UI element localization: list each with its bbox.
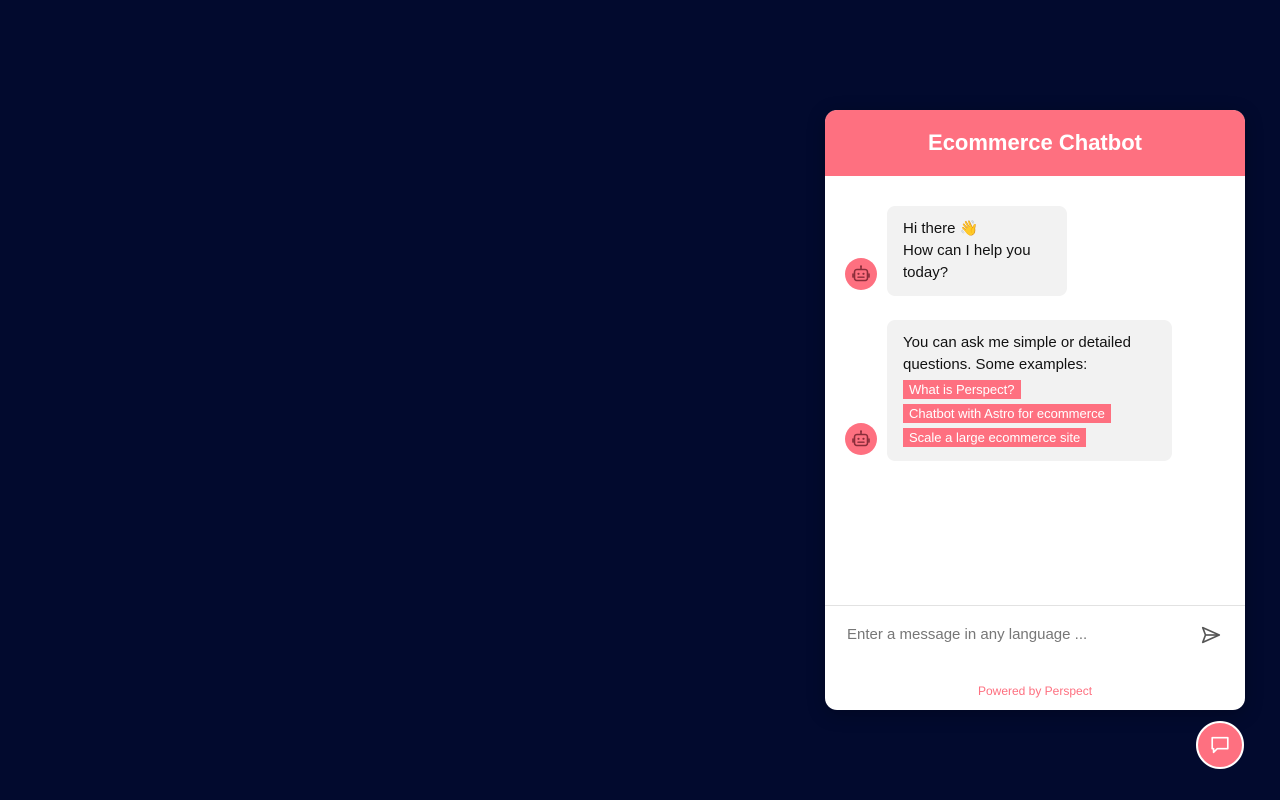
message-list: Hi there 👋 How can I help you today? You… bbox=[825, 176, 1245, 605]
message-row: Hi there 👋 How can I help you today? bbox=[845, 206, 1225, 296]
bot-avatar bbox=[845, 258, 877, 290]
powered-by-link[interactable]: Powered by Perspect bbox=[978, 684, 1092, 698]
footer: Powered by Perspect bbox=[825, 684, 1245, 698]
suggestion-list: What is Perspect? Chatbot with Astro for… bbox=[903, 380, 1156, 447]
robot-icon bbox=[852, 430, 870, 447]
message-text: You can ask me simple or detailed questi… bbox=[903, 334, 1131, 373]
message-line: How can I help you today? bbox=[903, 242, 1031, 281]
chat-widget: Ecommerce Chatbot Hi there 👋 How can I h… bbox=[825, 110, 1245, 710]
chat-launcher-button[interactable] bbox=[1196, 721, 1244, 769]
message-row: You can ask me simple or detailed questi… bbox=[845, 320, 1225, 461]
bot-avatar bbox=[845, 423, 877, 455]
message-bubble: Hi there 👋 How can I help you today? bbox=[887, 206, 1067, 296]
suggestion-chip[interactable]: What is Perspect? bbox=[903, 380, 1021, 399]
chat-bubble-icon bbox=[1211, 736, 1229, 754]
robot-icon bbox=[852, 265, 870, 282]
chat-title: Ecommerce Chatbot bbox=[928, 130, 1142, 155]
chat-header: Ecommerce Chatbot bbox=[825, 110, 1245, 176]
suggestion-chip[interactable]: Scale a large ecommerce site bbox=[903, 428, 1087, 447]
send-icon bbox=[1201, 626, 1221, 643]
message-line: Hi there 👋 bbox=[903, 220, 979, 237]
message-bubble: You can ask me simple or detailed questi… bbox=[887, 320, 1172, 461]
suggestion-chip[interactable]: Chatbot with Astro for ecommerce bbox=[903, 404, 1111, 423]
send-button[interactable] bbox=[1197, 621, 1225, 649]
message-input[interactable] bbox=[845, 625, 1197, 644]
input-area bbox=[825, 605, 1245, 663]
